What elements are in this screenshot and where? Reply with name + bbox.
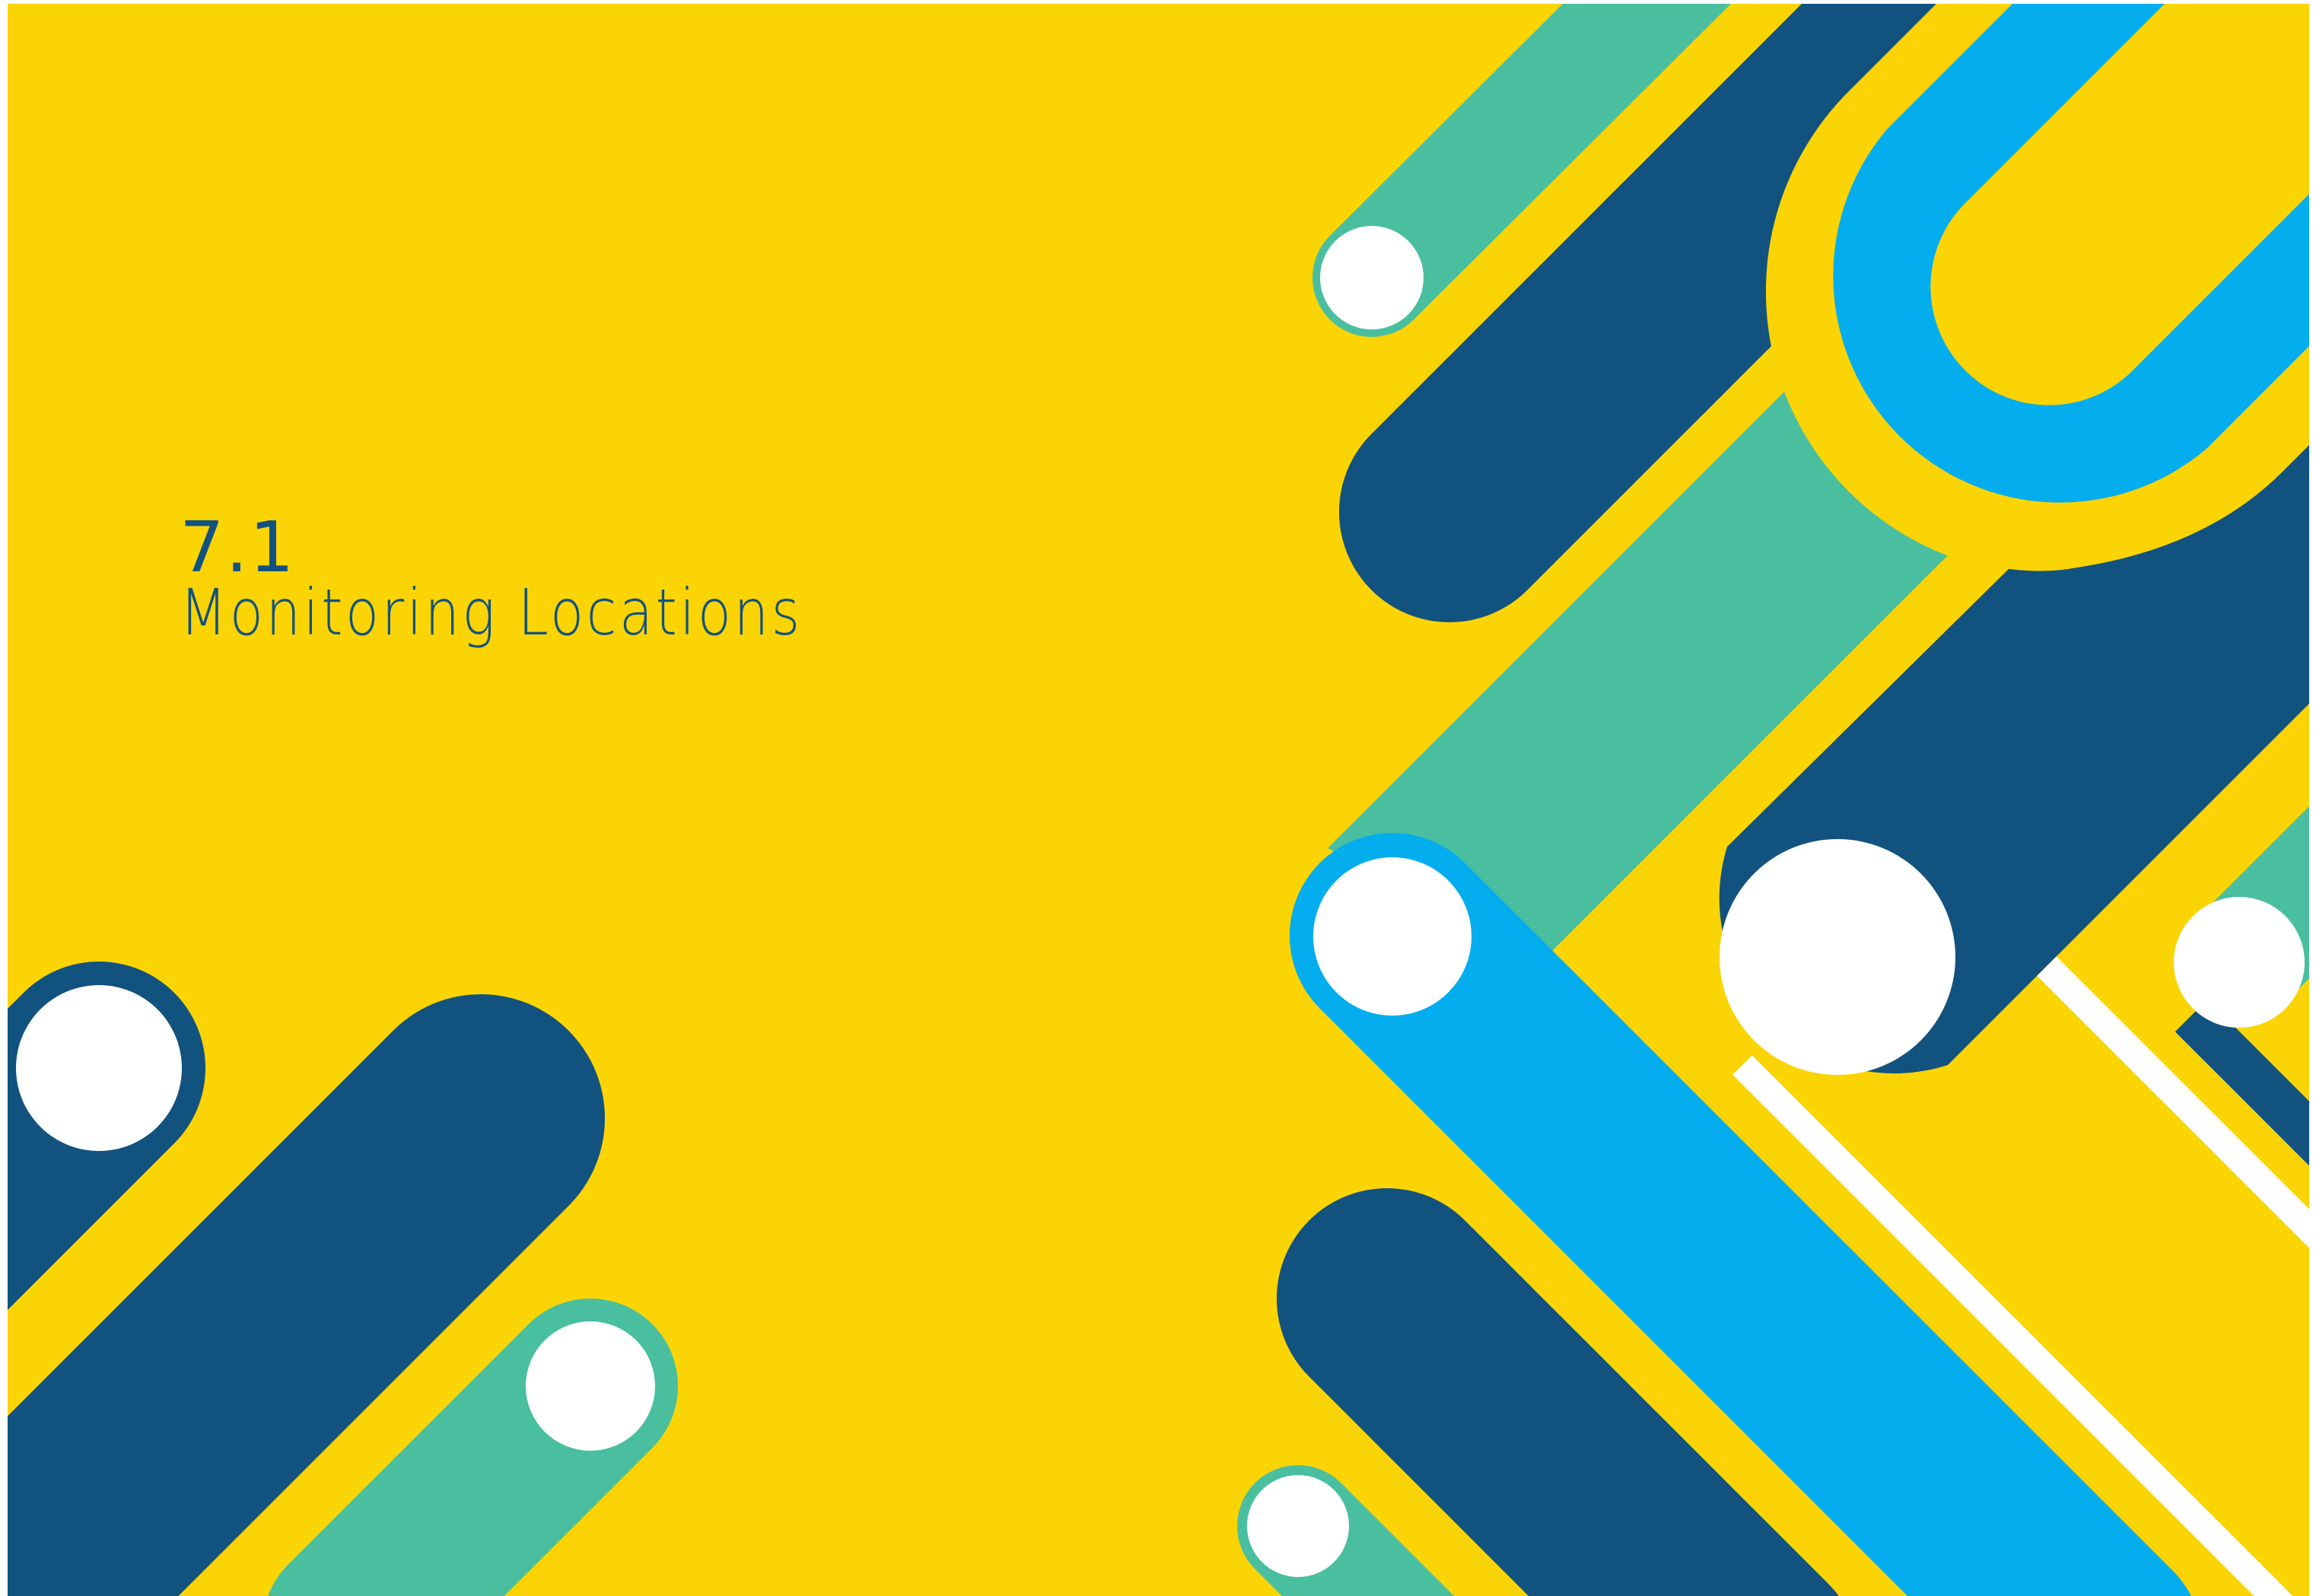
- section-heading: 7.1 Monitoring Locations: [180, 507, 904, 650]
- node-medium-center: [1313, 857, 1471, 1016]
- section-number: 7.1: [180, 507, 296, 588]
- cover-page: 7.1 Monitoring Locations: [0, 0, 2313, 1596]
- node-small-bottom-center: [1247, 1475, 1349, 1577]
- node-large-right: [1720, 839, 1955, 1075]
- decorative-artwork: [8, 4, 2309, 1596]
- node-small-left: [526, 1321, 655, 1451]
- node-medium-left: [16, 985, 182, 1151]
- node-small-top: [1320, 226, 1424, 329]
- node-small-right: [2174, 897, 2305, 1028]
- section-title: Monitoring Locations: [180, 575, 803, 650]
